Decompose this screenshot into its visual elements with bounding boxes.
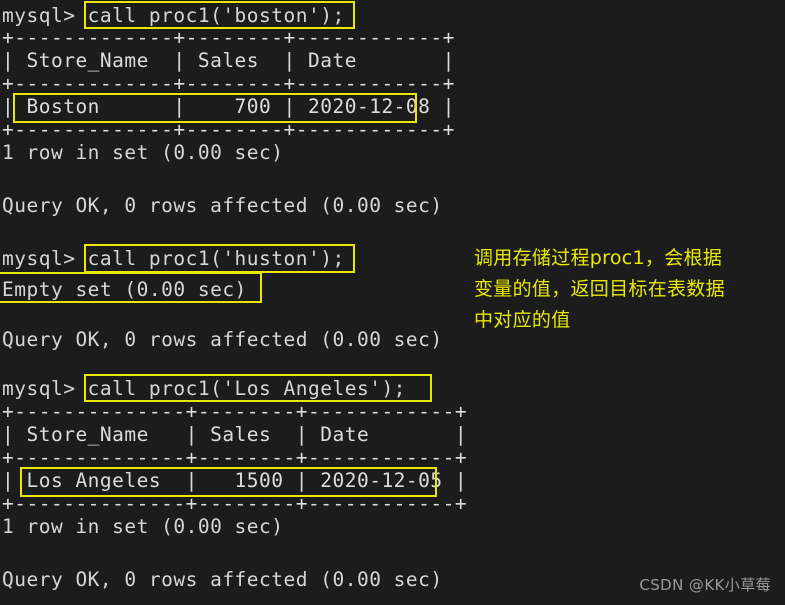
- terminal-line-rowcount: 1 row in set (0.00 sec): [2, 515, 284, 538]
- terminal-line-empty-set: Empty set (0.00 sec): [2, 278, 247, 301]
- annotation-note: 调用存储过程proc1，会根据 变量的值，返回目标在表数据 中对应的值: [474, 247, 725, 331]
- terminal-line-rowcount: 1 row in set (0.00 sec): [2, 141, 284, 164]
- watermark: CSDN @KK小草莓: [639, 576, 771, 594]
- terminal-line-query-ok: Query OK, 0 rows affected (0.00 sec): [2, 568, 443, 591]
- terminal-line-query-ok: Query OK, 0 rows affected (0.00 sec): [2, 328, 443, 351]
- terminal-line-query-ok: Query OK, 0 rows affected (0.00 sec): [2, 194, 443, 217]
- terminal-line-command-huston: mysql> call proc1('huston');: [2, 247, 345, 270]
